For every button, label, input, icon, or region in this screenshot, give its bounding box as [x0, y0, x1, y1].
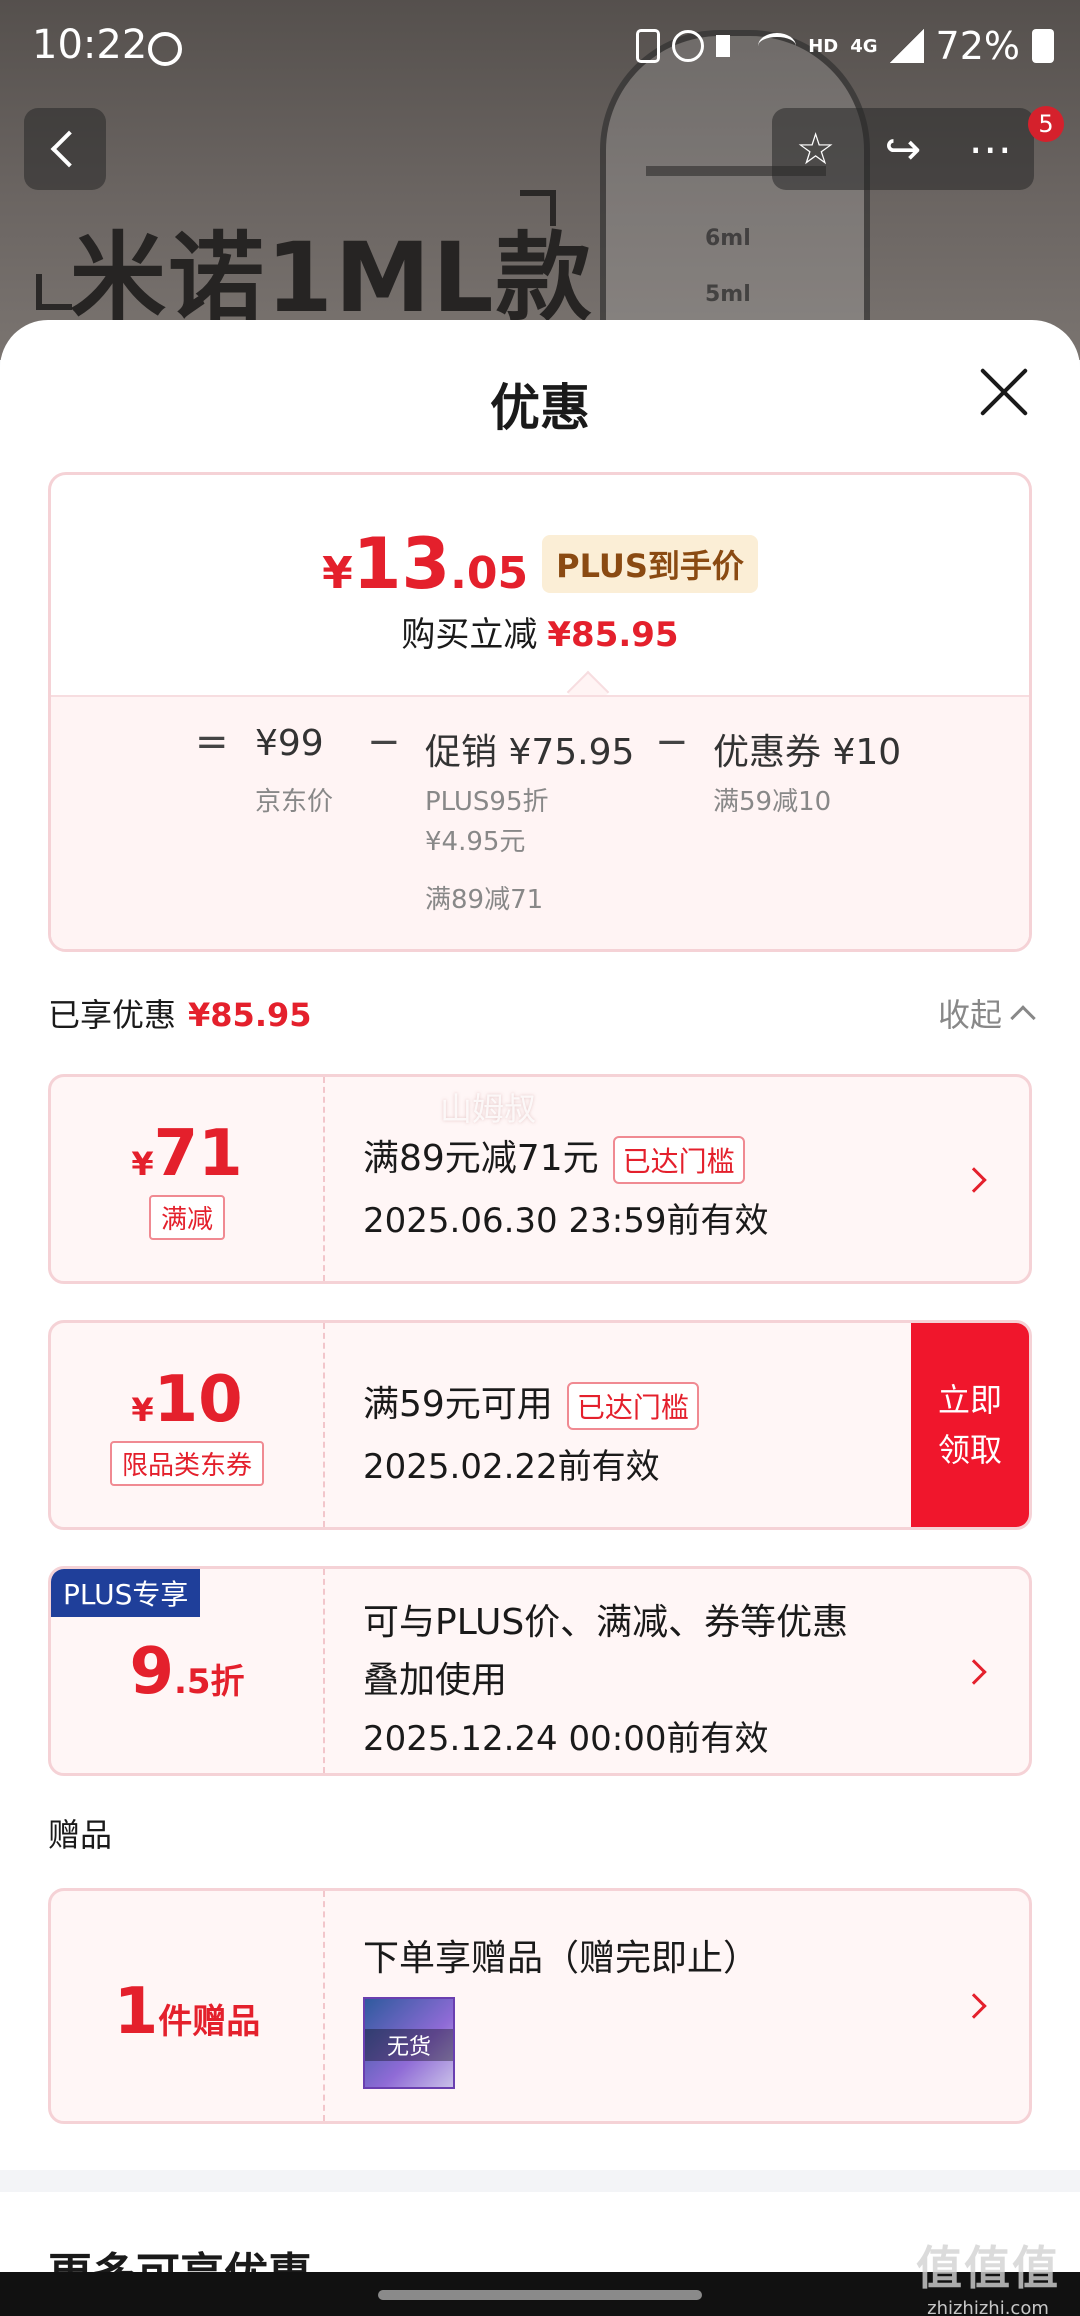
promo-detail-amount: ¥4.95元	[425, 827, 526, 857]
battery-saver-icon	[636, 29, 661, 63]
alarm-icon	[672, 30, 705, 62]
coupon-validity: 2025.02.22前有效	[363, 1447, 660, 1487]
enjoyed-value: ¥85.95	[188, 996, 312, 1034]
threshold-reached-tag: 已达门槛	[566, 1382, 699, 1430]
coupon-type-tag: 限品类东券	[109, 1441, 264, 1486]
status-bar: 10:22 HD 4G 72%	[0, 0, 1080, 96]
sheet-title: 优惠	[490, 379, 590, 437]
coupon-amount: 优惠券 ¥10	[713, 732, 902, 773]
enjoyed-label: 已享优惠 ¥85.95	[48, 996, 312, 1034]
share-icon[interactable]: ↪	[868, 124, 938, 175]
battery-icon	[1032, 29, 1054, 63]
mute-icon	[716, 35, 746, 57]
site-watermark: 值值值 zhizhizhi.com	[916, 2241, 1060, 2316]
chevron-up-icon	[1010, 1005, 1036, 1031]
more-icon[interactable]: ⋯	[955, 124, 1025, 175]
out-of-stock-label: 无货	[365, 2029, 453, 2061]
frame-corner-icon	[36, 274, 72, 310]
chevron-right-icon	[961, 1167, 987, 1193]
coupon-title: 满59元可用 已达门槛	[363, 1375, 699, 1430]
gift-thumbnail[interactable]: 无货	[363, 1997, 455, 2089]
plus-desc-line2: 叠加使用	[363, 1660, 508, 1701]
equals-sign: =	[195, 719, 229, 765]
network-indicator: 4G	[850, 35, 878, 57]
section-divider	[0, 2170, 1080, 2192]
product-title-overlay: 米诺1ML款	[70, 222, 594, 334]
discount-sheet: 优惠 ¥13.05 PLUS到手价 购买立减 ¥85.95 = ¥99 京东价 −…	[0, 320, 1080, 2316]
plus-price-tag: PLUS到手价	[542, 535, 758, 593]
promo-detail-plus: PLUS95折	[425, 787, 549, 817]
notification-badge: 5	[1028, 106, 1064, 142]
gift-count: 1件赠品	[113, 1975, 261, 2049]
promo-card-full-reduction[interactable]: ¥71 满减 满89元减71元 已达门槛 2025.06.30 23:59前有效	[48, 1074, 1032, 1284]
favorite-star-icon[interactable]: ☆	[781, 124, 851, 175]
status-time: 10:22	[32, 22, 148, 68]
gifts-section-header: 赠品	[48, 1810, 1032, 1860]
signal-icon	[889, 29, 924, 63]
battery-percent: 72%	[935, 24, 1020, 68]
plus-validity: 2025.12.24 00:00前有效	[363, 1719, 769, 1759]
enjoyed-discounts-row: 已享优惠 ¥85.95 收起	[48, 990, 1036, 1040]
promo-title: 满89元减71元 已达门槛	[363, 1129, 745, 1184]
hd-indicator: HD	[808, 35, 839, 57]
price-breakdown: = ¥99 京东价 − 促销 ¥75.95 PLUS95折 ¥4.95元 满89…	[51, 695, 1029, 949]
back-button[interactable]	[24, 108, 106, 190]
watermark-text: 山姆叔	[440, 1090, 537, 1128]
coupon-value: ¥10	[131, 1363, 243, 1437]
price-summary-card: ¥13.05 PLUS到手价 购买立减 ¥85.95 = ¥99 京东价 − 促销…	[48, 472, 1032, 952]
coupon-card[interactable]: ¥10 限品类东券 满59元可用 已达门槛 2025.02.22前有效 立即 领取	[48, 1320, 1032, 1530]
gift-card[interactable]: 1件赠品 下单享赠品（赠完即止） 无货	[48, 1888, 1032, 2124]
plus-discount-card[interactable]: PLUS专享 9.5折 可与PLUS价、满减、券等优惠 叠加使用 2025.12…	[48, 1566, 1032, 1776]
promo-detail-threshold: 满89减71	[425, 885, 544, 915]
final-price-line: ¥13.05 PLUS到手价	[51, 523, 1029, 605]
final-price: ¥13.05	[322, 523, 529, 605]
minus-sign: −	[655, 719, 689, 765]
total-cut-value: ¥85.95	[547, 615, 679, 655]
gift-title: 下单享赠品（赠完即止）	[363, 1938, 760, 1979]
jar-mark-5ml: 5ml	[705, 282, 751, 307]
compass-icon	[148, 32, 182, 66]
promo-amount: ¥71	[131, 1117, 243, 1191]
claim-coupon-button[interactable]: 立即 领取	[911, 1323, 1029, 1527]
chevron-right-icon	[961, 1659, 987, 1685]
coupon-detail: 满59减10	[713, 787, 832, 817]
final-price-area: ¥13.05 PLUS到手价 购买立减 ¥85.95	[51, 475, 1029, 695]
gifts-label: 赠品	[48, 1816, 113, 1854]
close-icon[interactable]	[978, 366, 1030, 418]
jar-mark-6ml: 6ml	[705, 226, 751, 251]
wifi-icon	[758, 33, 797, 59]
chevron-right-icon	[961, 1993, 987, 2019]
plus-discount-rate: 9.5折	[129, 1635, 245, 1709]
plus-desc-line1: 可与PLUS价、满减、券等优惠	[363, 1602, 849, 1643]
promo-amount: 促销 ¥75.95	[425, 732, 635, 773]
promo-validity: 2025.06.30 23:59前有效	[363, 1201, 769, 1241]
base-price-label: 京东价	[255, 787, 334, 817]
home-gesture-handle[interactable]	[378, 2290, 702, 2300]
status-icons: HD 4G 72%	[636, 24, 1054, 68]
minus-sign: −	[367, 719, 401, 765]
threshold-reached-tag: 已达门槛	[612, 1136, 745, 1184]
top-action-group: ☆ ↪ ⋯	[772, 108, 1034, 190]
collapse-toggle[interactable]: 收起	[938, 990, 1036, 1036]
base-price: ¥99	[255, 723, 324, 764]
total-cut-line: 购买立减 ¥85.95	[401, 615, 679, 655]
promo-type-tag: 满减	[148, 1195, 225, 1240]
